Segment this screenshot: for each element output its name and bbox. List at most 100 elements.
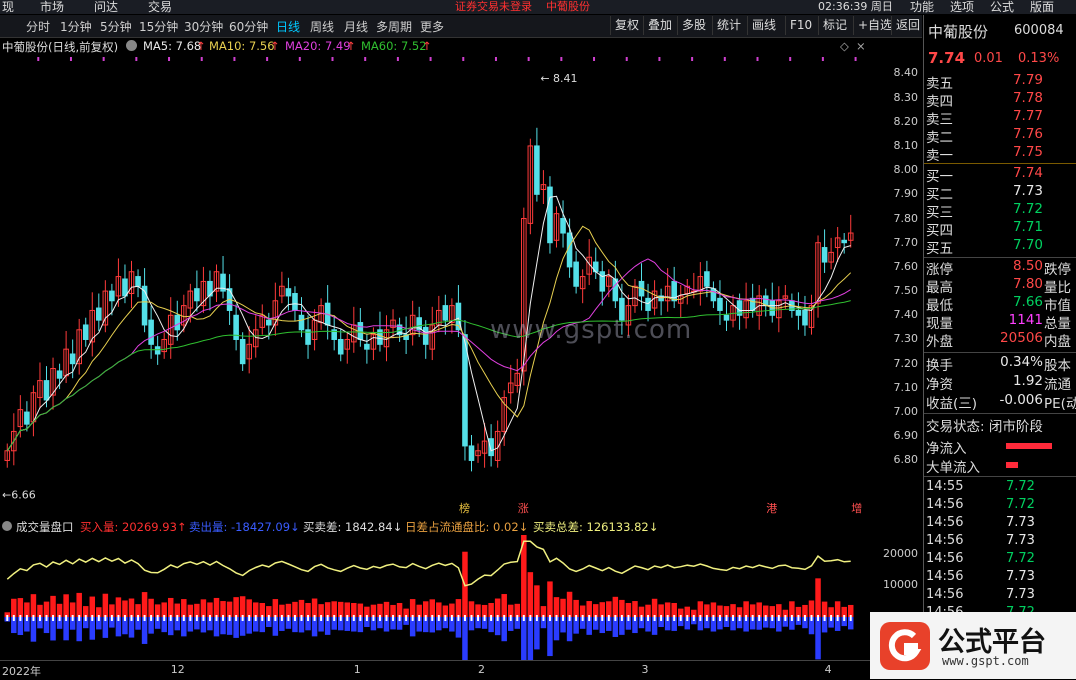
date-tick-label: 2022年 <box>2 665 41 678</box>
candle-body <box>154 346 161 355</box>
volume-indicator-chart[interactable] <box>0 535 870 660</box>
buy-volume-bar <box>710 602 717 617</box>
menu-item-function[interactable]: 功能 <box>910 0 934 14</box>
diff-tick <box>705 615 708 621</box>
period-5min[interactable]: 5分钟 <box>100 18 132 35</box>
add-watchlist-button[interactable]: +自选 <box>853 16 896 35</box>
diff-tick <box>437 615 440 621</box>
stat-row: 净资 1.92 流通 <box>926 373 1076 393</box>
candle-body <box>174 314 181 331</box>
candle-body <box>266 319 272 326</box>
buy-volume-bar <box>619 599 625 617</box>
bid-row: 买四 7.71 <box>926 219 1076 239</box>
diff-tick <box>803 615 806 621</box>
total-diff-label: 买卖总差: 126133.82↓ <box>533 520 659 534</box>
period-fenshi[interactable]: 分时 <box>26 18 50 35</box>
ma60-label: MA60: 7.52 <box>361 39 427 53</box>
menu-item[interactable]: 现 <box>2 0 14 14</box>
diff-tick <box>156 615 159 621</box>
sell-volume-bar <box>462 617 468 660</box>
menu-item-formula[interactable]: 公式 <box>990 0 1014 14</box>
period-30min[interactable]: 30分钟 <box>184 18 223 35</box>
marker-dot <box>331 57 334 61</box>
diff-tick <box>431 615 434 621</box>
marker-dot <box>527 57 530 61</box>
diamond-icon[interactable]: ◇ <box>840 39 849 53</box>
big-inflow-bar <box>1006 462 1018 468</box>
period-15min[interactable]: 15分钟 <box>139 18 178 35</box>
price-change-pct: 0.13% <box>1018 51 1060 66</box>
period-more[interactable]: 更多 <box>420 18 444 35</box>
ask-row-value: 7.76 <box>1012 126 1043 142</box>
diff-tick <box>333 615 336 621</box>
tick-price: 7.73 <box>1006 515 1035 530</box>
ask-row-label: 卖五 <box>926 76 953 92</box>
diff-tick <box>235 615 238 621</box>
date-tick-label: 3 <box>641 663 649 676</box>
marker-dot <box>364 57 367 61</box>
diff-tick <box>745 615 748 621</box>
buy-volume-bar <box>815 578 821 617</box>
bid-row: 买一 7.74 <box>926 165 1076 185</box>
menu-item-layout[interactable]: 版面 <box>1030 0 1054 14</box>
ask-row-value: 7.77 <box>1012 108 1043 124</box>
candlestick-chart[interactable]: ← 8.41←6.66 <box>0 54 870 504</box>
stats-button[interactable]: 统计 <box>712 16 745 35</box>
login-notice[interactable]: 证券交易未登录 <box>455 0 532 14</box>
period-multi[interactable]: 多周期 <box>376 18 412 35</box>
back-button[interactable]: 返回 <box>891 16 924 35</box>
candle-body <box>717 297 723 311</box>
big-inflow-label: 大单流入 <box>926 460 980 476</box>
diff-tick <box>12 615 15 621</box>
draw-line-button[interactable]: 画线 <box>747 16 780 35</box>
period-monthly[interactable]: 月线 <box>344 18 368 35</box>
stat-row-value: 20506 <box>1000 330 1043 346</box>
mark-button[interactable]: 标记 <box>818 16 851 35</box>
diff-tick <box>699 615 702 621</box>
diff-tick <box>666 615 669 621</box>
event-marker[interactable]: 榜 <box>459 500 470 516</box>
event-marker[interactable]: 增 <box>851 500 862 516</box>
bid-row-label: 买一 <box>926 169 953 185</box>
period-1min[interactable]: 1分钟 <box>60 18 92 35</box>
stat-row-label: 最低 <box>926 298 953 314</box>
menu-item-options[interactable]: 选项 <box>950 0 974 14</box>
tick-price: 7.73 <box>1006 533 1035 548</box>
ask-row-value: 7.78 <box>1012 90 1043 106</box>
buy-volume-bar <box>553 597 560 617</box>
candle-body <box>566 232 573 268</box>
date-axis: 2022年 12 1 2 3 4 <box>0 660 870 680</box>
period-60min[interactable]: 60分钟 <box>229 18 268 35</box>
period-daily[interactable]: 日线 <box>276 18 300 35</box>
menu-item-wenda[interactable]: 问达 <box>94 0 118 14</box>
stat-row: 外盘 20506 内盘 <box>926 330 1076 350</box>
diff-tick <box>817 615 820 621</box>
price-tick-label: 7.10 <box>893 380 919 394</box>
settings-circle-icon[interactable] <box>2 521 12 531</box>
price-tick-label: 6.80 <box>893 453 919 467</box>
event-marker[interactable]: 港 <box>766 500 777 516</box>
marker-dot <box>396 57 399 61</box>
diff-tick <box>267 615 270 621</box>
buy-volume-bar <box>50 595 56 617</box>
price-tick-label: 7.30 <box>893 332 919 346</box>
buy-volume-bar <box>455 599 462 617</box>
overlay-button[interactable]: 叠加 <box>643 16 676 35</box>
multi-stock-button[interactable]: 多股 <box>677 16 710 35</box>
diff-tick <box>287 615 290 621</box>
settings-circle-icon[interactable] <box>126 40 137 51</box>
candle-body <box>723 314 730 321</box>
f10-button[interactable]: F10 <box>785 16 816 35</box>
menu-item-trade[interactable]: 交易 <box>148 0 172 14</box>
close-icon[interactable]: × <box>856 39 866 53</box>
diff-tick <box>849 615 852 621</box>
buy-volume-bar <box>743 601 749 617</box>
period-weekly[interactable]: 周线 <box>310 18 334 35</box>
menu-item-market[interactable]: 市场 <box>40 0 64 14</box>
candle-body <box>560 218 566 234</box>
event-marker[interactable]: 涨 <box>518 500 529 516</box>
buy-volume-bar <box>357 603 364 617</box>
ma60-line <box>6 300 851 452</box>
fuquan-button[interactable]: 复权 <box>610 16 643 35</box>
marker-dot <box>102 57 105 61</box>
